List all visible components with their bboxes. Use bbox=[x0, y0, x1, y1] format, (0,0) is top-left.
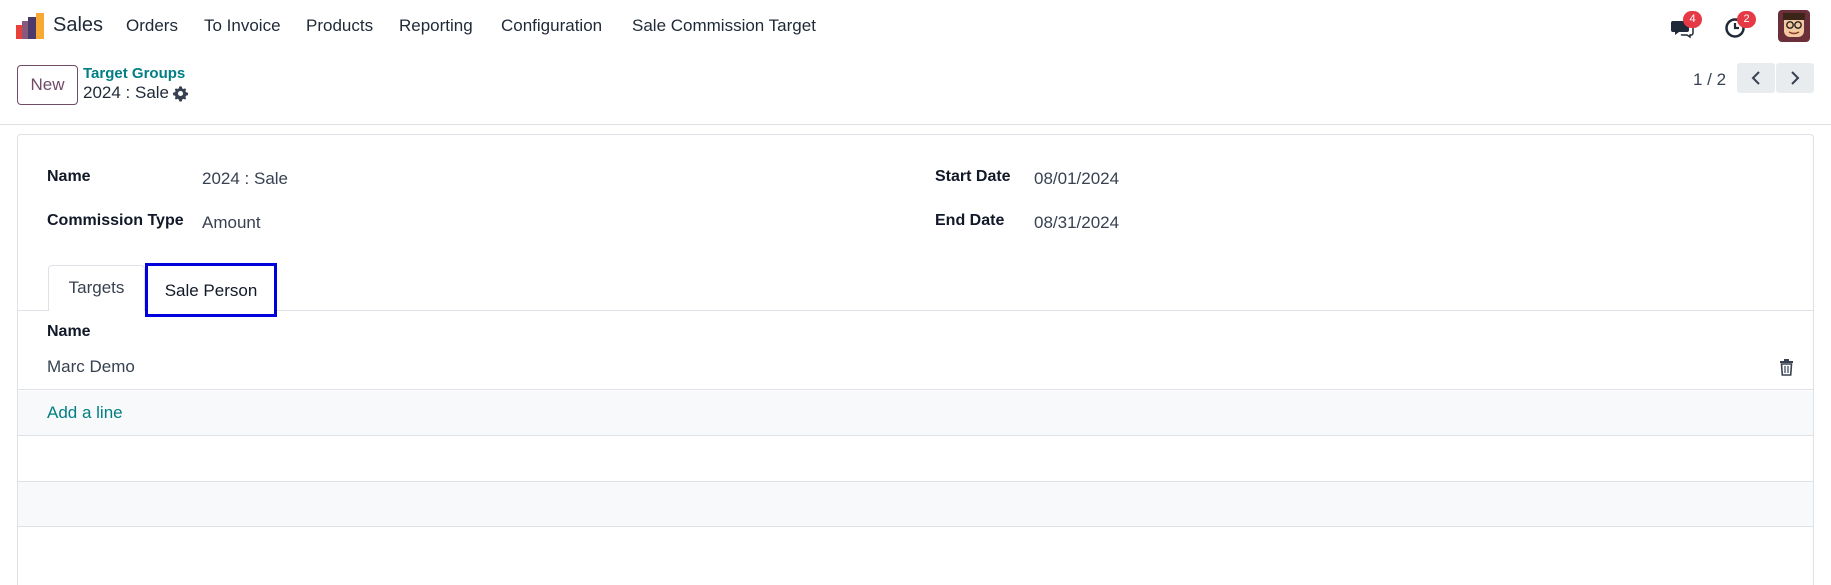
name-field[interactable]: 2024 : Sale bbox=[202, 169, 288, 189]
end-date-field[interactable]: 08/31/2024 bbox=[1034, 213, 1119, 233]
menu-products[interactable]: Products bbox=[306, 16, 373, 36]
trash-icon[interactable] bbox=[1779, 359, 1794, 376]
empty-row bbox=[18, 437, 1813, 482]
gear-icon[interactable] bbox=[172, 85, 189, 102]
form-sheet: Name 2024 : Sale Commission Type Amount … bbox=[17, 134, 1814, 585]
end-date-label: End Date bbox=[935, 212, 1005, 229]
menu-orders[interactable]: Orders bbox=[126, 16, 178, 36]
sales-app-logo-icon[interactable] bbox=[16, 13, 44, 39]
commission-type-label: Commission Type bbox=[47, 212, 184, 229]
empty-row bbox=[18, 482, 1813, 527]
breadcrumb-parent[interactable]: Target Groups bbox=[83, 65, 185, 82]
menu-sale-commission-target[interactable]: Sale Commission Target bbox=[632, 16, 816, 36]
top-navbar: Sales Orders To Invoice Products Reporti… bbox=[0, 0, 1831, 53]
pager-next-button[interactable] bbox=[1776, 63, 1814, 93]
control-panel: New Target Groups 2024 : Sale 1 / 2 bbox=[0, 53, 1831, 125]
tab-sale-person[interactable]: Sale Person bbox=[145, 263, 277, 317]
messages-badge: 4 bbox=[1683, 11, 1702, 28]
menu-configuration[interactable]: Configuration bbox=[501, 16, 602, 36]
user-avatar-icon bbox=[1778, 10, 1810, 42]
messages-button[interactable]: 4 bbox=[1670, 11, 1702, 40]
menu-to-invoice[interactable]: To Invoice bbox=[204, 16, 281, 36]
user-avatar[interactable] bbox=[1778, 10, 1810, 42]
pager-previous-button[interactable] bbox=[1737, 63, 1775, 93]
tabs-divider bbox=[18, 310, 1813, 311]
start-date-label: Start Date bbox=[935, 168, 1011, 185]
breadcrumb-current: 2024 : Sale bbox=[83, 83, 170, 102]
pager-value[interactable]: 1 / 2 bbox=[1693, 70, 1726, 90]
menu-reporting[interactable]: Reporting bbox=[399, 16, 473, 36]
app-name[interactable]: Sales bbox=[53, 14, 103, 37]
column-header-name[interactable]: Name bbox=[47, 323, 91, 341]
chevron-left-icon bbox=[1751, 71, 1760, 85]
add-line-row: Add a line bbox=[18, 391, 1813, 436]
row-name-cell[interactable]: Marc Demo bbox=[47, 357, 135, 377]
name-label: Name bbox=[47, 168, 91, 185]
activities-button[interactable]: 2 bbox=[1724, 11, 1756, 40]
chevron-right-icon bbox=[1791, 71, 1800, 85]
new-button[interactable]: New bbox=[17, 65, 78, 105]
start-date-field[interactable]: 08/01/2024 bbox=[1034, 169, 1119, 189]
tab-targets[interactable]: Targets bbox=[48, 265, 145, 311]
table-row[interactable]: Marc Demo bbox=[18, 345, 1813, 390]
add-line-link[interactable]: Add a line bbox=[47, 403, 123, 423]
activities-badge: 2 bbox=[1737, 11, 1756, 28]
commission-type-field[interactable]: Amount bbox=[202, 213, 261, 233]
